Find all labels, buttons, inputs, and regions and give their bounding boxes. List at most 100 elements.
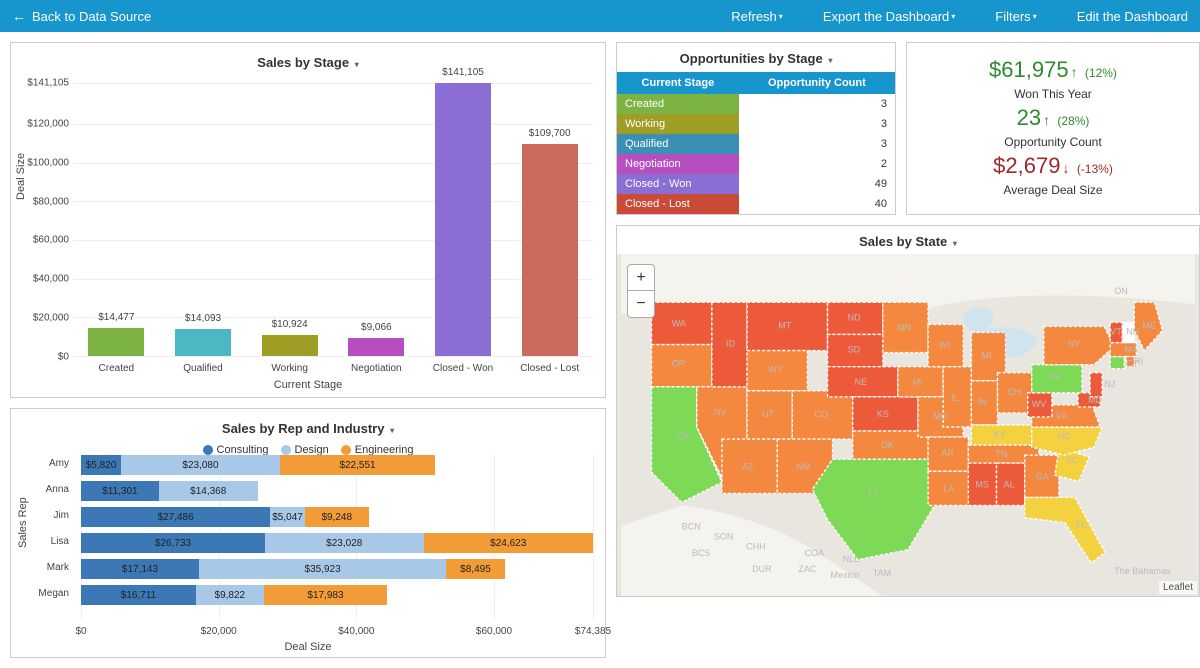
bar-segment-design[interactable]: $5,047: [270, 507, 305, 527]
back-link[interactable]: ← Back to Data Source: [12, 8, 151, 24]
filters-menu[interactable]: Filters▾: [995, 9, 1036, 24]
svg-text:VA: VA: [1056, 411, 1068, 421]
stacked-bar-row[interactable]: $5,820$23,080$22,551: [81, 455, 593, 475]
cell-stage: Qualified: [617, 134, 739, 154]
svg-text:KY: KY: [994, 430, 1006, 440]
export-menu[interactable]: Export the Dashboard▾: [823, 9, 955, 24]
x-tick-label: Negotiation: [336, 363, 416, 374]
svg-text:CA: CA: [677, 431, 691, 441]
caret-down-icon: ▾: [951, 12, 955, 21]
trend-arrow-icon: ↓: [1062, 160, 1069, 176]
legend-swatch: [281, 445, 291, 455]
y-tick: $100,000: [27, 157, 69, 168]
bar-value-label: $109,700: [522, 128, 578, 139]
stacked-bar-row[interactable]: $11,301$14,368: [81, 481, 593, 501]
leaflet-attribution[interactable]: Leaflet: [1159, 581, 1197, 594]
svg-text:MD: MD: [1088, 395, 1103, 405]
caret-down-icon: ▾: [1033, 12, 1037, 21]
stacked-bar-row[interactable]: $17,143$35,923$8,495: [81, 559, 593, 579]
panel-title[interactable]: Sales by Stage ▾: [19, 47, 597, 76]
kpi-value: $61,975: [989, 57, 1069, 82]
bar-value-label: $14,093: [175, 313, 231, 324]
bar-segment-consulting[interactable]: $11,301: [81, 481, 159, 501]
edit-link[interactable]: Edit the Dashboard: [1077, 9, 1188, 24]
stacked-bar-row[interactable]: $26,733$23,028$24,623: [81, 533, 593, 553]
caret-down-icon: ▾: [828, 56, 832, 65]
map[interactable]: + − ON Mexico TAM COA NLE ZAC CHH: [617, 254, 1199, 596]
bar-segment-engineering[interactable]: $17,983: [264, 585, 388, 605]
bar-value-label: $14,477: [88, 312, 144, 323]
arrow-left-icon: ←: [12, 8, 26, 24]
svg-text:MA: MA: [1124, 345, 1139, 355]
refresh-menu[interactable]: Refresh▾: [731, 9, 783, 24]
kpi-row: $2,679↓ (-13%): [915, 153, 1191, 179]
svg-text:IL: IL: [951, 393, 959, 403]
bar-segment-consulting[interactable]: $5,820: [81, 455, 121, 475]
opportunities-table: Current Stage Opportunity Count Created3…: [617, 72, 895, 214]
svg-text:MN: MN: [897, 322, 911, 332]
stacked-bar-row[interactable]: $27,486$5,047$9,248: [81, 507, 593, 527]
panel-title[interactable]: Sales by Rep and Industry ▾: [19, 413, 597, 442]
kpi-value: $2,679: [993, 153, 1060, 178]
bar-closed-won[interactable]: $141,105: [435, 83, 491, 356]
bar-segment-design[interactable]: $23,028: [265, 533, 424, 553]
svg-text:ND: ND: [848, 312, 862, 322]
y-tick: $120,000: [27, 118, 69, 129]
svg-text:WY: WY: [768, 365, 783, 375]
cell-stage: Created: [617, 94, 739, 114]
bar-segment-consulting[interactable]: $17,143: [81, 559, 199, 579]
col-header-stage: Current Stage: [617, 72, 739, 94]
bar-segment-design[interactable]: $23,080: [121, 455, 280, 475]
svg-text:WA: WA: [672, 318, 687, 328]
table-row[interactable]: Closed - Lost40: [617, 194, 895, 214]
table-row[interactable]: Working3: [617, 114, 895, 134]
caret-down-icon: ▾: [355, 60, 359, 69]
y-tick: $0: [58, 352, 69, 363]
trend-arrow-icon: ↑: [1071, 64, 1078, 80]
table-row[interactable]: Qualified3: [617, 134, 895, 154]
bar-segment-design[interactable]: $35,923: [199, 559, 446, 579]
y-tick: $20,000: [33, 313, 69, 324]
sales-by-stage-panel: Sales by Stage ▾ Deal Size $0$20,000$40,…: [10, 42, 606, 398]
svg-text:IA: IA: [913, 377, 923, 387]
panel-title[interactable]: Opportunities by Stage ▾: [617, 43, 895, 72]
table-row[interactable]: Closed - Won49: [617, 174, 895, 194]
bar-segment-engineering[interactable]: $9,248: [305, 507, 369, 527]
svg-text:ID: ID: [726, 339, 736, 349]
table-row[interactable]: Negotiation2: [617, 154, 895, 174]
svg-text:LA: LA: [943, 483, 955, 493]
svg-text:AR: AR: [941, 448, 954, 458]
stacked-bar-row[interactable]: $16,711$9,822$17,983: [81, 585, 593, 605]
bar-qualified[interactable]: $14,093: [175, 329, 231, 356]
bar-segment-consulting[interactable]: $27,486: [81, 507, 270, 527]
y-tick-label: Jim: [11, 510, 75, 521]
svg-text:CHH: CHH: [746, 542, 766, 552]
bar-segment-engineering[interactable]: $8,495: [446, 559, 504, 579]
kpi-percent: (28%): [1057, 114, 1089, 128]
zoom-in-button[interactable]: +: [628, 265, 654, 291]
bar-segment-engineering[interactable]: $22,551: [280, 455, 435, 475]
kpi-panel: $61,975↑ (12%)Won This Year23↑ (28%)Oppo…: [906, 42, 1200, 215]
svg-text:UT: UT: [762, 409, 775, 419]
bar-segment-design[interactable]: $9,822: [196, 585, 264, 605]
bar-working[interactable]: $10,924: [262, 335, 318, 356]
bar-chart-plot: $14,477Created$14,093Qualified$10,924Wor…: [73, 83, 593, 357]
bar-segment-consulting[interactable]: $16,711: [81, 585, 196, 605]
svg-text:ON: ON: [1114, 286, 1128, 296]
bar-segment-engineering[interactable]: $24,623: [424, 533, 593, 553]
bar-segment-design[interactable]: $14,368: [159, 481, 258, 501]
bar-created[interactable]: $14,477: [88, 328, 144, 356]
table-row[interactable]: Created3: [617, 94, 895, 114]
sales-by-state-panel: Sales by State ▾ + − ON Mexico TAM COA: [616, 225, 1200, 597]
zoom-out-button[interactable]: −: [628, 291, 654, 317]
svg-text:The Bahamas: The Bahamas: [1114, 566, 1171, 576]
bar-closed-lost[interactable]: $109,700: [522, 144, 578, 356]
back-label: Back to Data Source: [32, 9, 151, 24]
bar-segment-consulting[interactable]: $26,733: [81, 533, 265, 553]
bar-negotiation[interactable]: $9,066: [348, 338, 404, 356]
kpi-value: 23: [1017, 105, 1041, 130]
panel-title[interactable]: Sales by State ▾: [617, 226, 1199, 255]
svg-text:BCS: BCS: [692, 548, 711, 558]
caret-down-icon: ▾: [390, 426, 394, 435]
x-axis-title: Current Stage: [11, 379, 605, 391]
